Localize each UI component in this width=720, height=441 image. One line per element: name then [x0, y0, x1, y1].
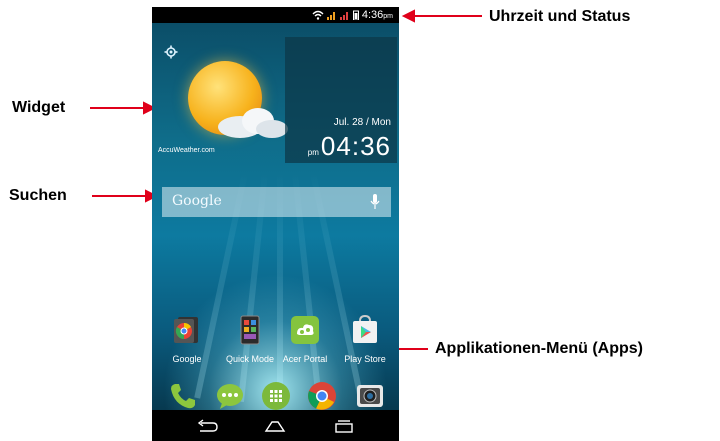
signal-icon: [326, 12, 335, 20]
home-icon[interactable]: [264, 419, 286, 433]
app-acer-portal[interactable]: Acer Portal: [274, 315, 336, 364]
phone-icon[interactable]: [167, 381, 197, 411]
recents-icon[interactable]: [333, 419, 355, 433]
play-store-icon: [353, 314, 377, 343]
app-google[interactable]: Google: [156, 315, 218, 364]
messages-icon[interactable]: [215, 381, 245, 411]
acer-portal-icon: [291, 316, 319, 344]
gear-icon[interactable]: [164, 45, 178, 59]
battery-icon: [352, 10, 359, 20]
mic-icon[interactable]: [369, 193, 381, 211]
signal-icon-2: [339, 12, 348, 20]
widget-clock: pm04:36: [307, 131, 391, 161]
chrome-icon[interactable]: [307, 381, 337, 411]
clock-panel: Jul. 28 / Mon pm04:36: [285, 37, 397, 163]
app-label: Play Store: [344, 354, 386, 364]
app-label: Acer Portal: [282, 354, 328, 364]
google-search-bar[interactable]: Google: [162, 187, 391, 217]
app-label: Quick Mode: [225, 354, 275, 364]
status-time: 4:36pm: [361, 9, 393, 21]
dock: [152, 381, 399, 410]
navigation-bar: [152, 410, 399, 441]
home-screen: AccuWeather.com Jul. 28 / Mon pm04:36 Go…: [152, 23, 399, 410]
status-bar: 4:36pm: [152, 7, 399, 23]
wifi-icon: [312, 10, 324, 20]
phone-screenshot: 4:36pm AccuWeather.com Jul. 28 / Mon pm0…: [152, 7, 399, 441]
google-folder-icon: [174, 317, 198, 343]
app-quick-mode[interactable]: Quick Mode: [219, 315, 281, 364]
quick-mode-icon: [240, 315, 260, 345]
apps-grid-icon[interactable]: [261, 381, 291, 411]
weather-credit: AccuWeather.com: [158, 147, 215, 154]
app-label: Google: [172, 354, 202, 364]
widget-date: Jul. 28 / Mon: [333, 117, 391, 128]
cloud-icon: [218, 108, 288, 138]
app-play-store[interactable]: Play Store: [334, 314, 396, 364]
camera-icon[interactable]: [355, 381, 385, 411]
google-logo: Google: [172, 193, 222, 209]
back-icon[interactable]: [196, 419, 218, 433]
